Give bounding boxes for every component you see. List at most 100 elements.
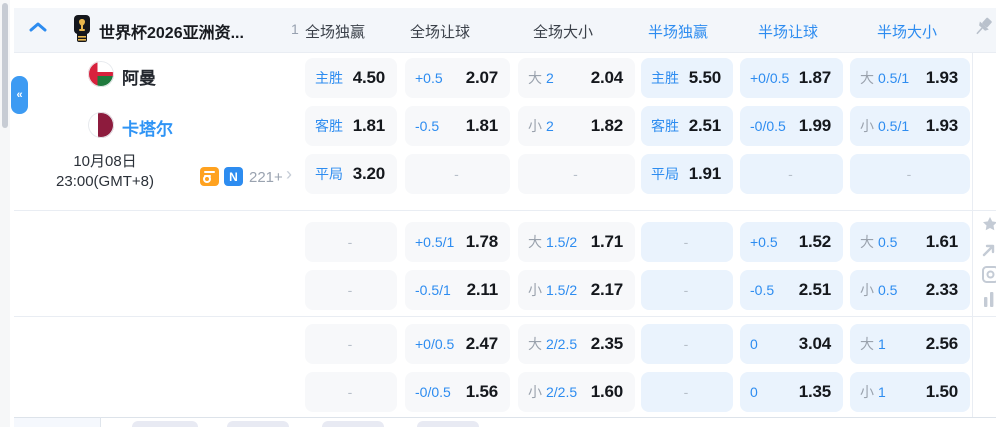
odds-label: 小0.5/1 <box>860 116 909 136</box>
odds-history-icon[interactable] <box>200 167 219 186</box>
odds-cell[interactable]: 大12.56 <box>850 324 970 364</box>
odds-cell[interactable]: 平局1.91 <box>641 154 733 194</box>
odds-dash: - <box>348 384 353 400</box>
odds-dash: - <box>348 234 353 250</box>
odds-value: 1.87 <box>799 68 831 88</box>
odds-cell[interactable]: 大2 2.04 <box>518 58 635 98</box>
odds-label: 大1.5/2 <box>528 232 577 252</box>
odds-dash: - <box>684 336 689 352</box>
match-time: 23:00(GMT+8) <box>25 172 185 192</box>
odds-value: 5.50 <box>689 68 721 88</box>
odds-value: 1.56 <box>466 382 498 402</box>
odds-label: -0.5 <box>415 118 439 134</box>
news-badge-icon[interactable]: N <box>224 167 243 186</box>
odds-cell[interactable]: 小1.5/22.17 <box>518 270 635 310</box>
odds-cell-empty: - <box>740 154 843 194</box>
column-header-half-overunder[interactable]: 半场大小 <box>877 21 937 42</box>
odds-label: 主胜 <box>651 68 679 88</box>
next-row-cell-partial <box>132 421 198 427</box>
odds-cell[interactable]: +0.5 2.07 <box>405 58 510 98</box>
next-row-cell-partial <box>322 421 384 427</box>
odds-cell[interactable]: 小2/2.51.60 <box>518 372 635 412</box>
odds-label: -0/0.5 <box>415 384 451 400</box>
odds-value: 4.50 <box>353 68 385 88</box>
stats-bars-icon[interactable] <box>982 291 996 307</box>
odds-cell[interactable]: -0.51.81 <box>405 106 510 146</box>
odds-cell[interactable]: -0.52.51 <box>740 270 843 310</box>
odds-cell[interactable]: 小0.5 2.33 <box>850 270 970 310</box>
odds-cell[interactable]: 01.35 <box>740 372 843 412</box>
odds-label: 小0.5 <box>860 280 897 300</box>
odds-dash: - <box>684 384 689 400</box>
odds-value: 1.99 <box>799 116 831 136</box>
odds-value: 1.35 <box>799 382 831 402</box>
column-header-full-handicap[interactable]: 全场让球 <box>410 21 470 42</box>
odds-cell[interactable]: 大0.51.61 <box>850 222 970 262</box>
sidebar-collapse-glyph: « <box>16 89 22 101</box>
odds-cell[interactable]: 平局3.20 <box>305 154 397 194</box>
qatar-flag-icon <box>88 112 114 138</box>
odds-value: 2.47 <box>466 334 498 354</box>
odds-label: +0.5/1 <box>415 234 454 250</box>
media-icon[interactable] <box>982 266 996 283</box>
odds-value: 1.93 <box>926 116 958 136</box>
odds-value: 2.33 <box>926 280 958 300</box>
odds-cell[interactable]: 大2/2.52.35 <box>518 324 635 364</box>
odds-label: 大1 <box>860 334 886 354</box>
odds-cell-empty: - <box>641 270 733 310</box>
odds-cell[interactable]: 小11.50 <box>850 372 970 412</box>
odds-cell[interactable]: 大0.5/11.93 <box>850 58 970 98</box>
odds-dash: - <box>684 234 689 250</box>
odds-dash: - <box>684 282 689 298</box>
odds-cell[interactable]: 小21.82 <box>518 106 635 146</box>
odds-dash: - <box>573 166 578 182</box>
odds-cell[interactable]: -0/0.5 1.56 <box>405 372 510 412</box>
column-header-half-handicap[interactable]: 半场让球 <box>758 21 818 42</box>
odds-label: 大2 <box>528 68 554 88</box>
odds-cell[interactable]: 客胜1.81 <box>305 106 397 146</box>
next-row-cell-partial <box>227 421 289 427</box>
odds-value: 2.04 <box>591 68 623 88</box>
pin-icon[interactable] <box>972 16 994 40</box>
odds-cell-empty: - <box>305 324 397 364</box>
match-date: 10月08日 <box>25 152 185 172</box>
column-header-full-overunder[interactable]: 全场大小 <box>533 21 593 42</box>
favorite-star-icon[interactable] <box>982 216 996 232</box>
odds-label: 小1 <box>860 382 886 402</box>
odds-cell[interactable]: -0.5/12.11 <box>405 270 510 310</box>
more-markets-count[interactable]: 221+ <box>249 169 283 186</box>
odds-cell[interactable]: +0/0.51.87 <box>740 58 843 98</box>
odds-value: 2.11 <box>467 280 498 300</box>
trend-arrow-icon[interactable] <box>982 243 996 257</box>
odds-value: 2.07 <box>466 68 498 88</box>
odds-label: +0.5 <box>415 70 443 86</box>
odds-cell-empty: - <box>641 372 733 412</box>
column-header-full-1x2[interactable]: 全场独赢 <box>305 21 365 42</box>
odds-cell[interactable]: 03.04 <box>740 324 843 364</box>
oman-flag-icon <box>88 61 114 87</box>
odds-label: 主胜 <box>315 68 343 88</box>
league-title[interactable]: 世界杯2026亚洲资... <box>99 19 244 43</box>
odds-cell[interactable]: +0.51.52 <box>740 222 843 262</box>
odds-cell[interactable]: 大1.5/21.71 <box>518 222 635 262</box>
more-markets-chevron-icon[interactable]: › <box>286 164 292 185</box>
odds-value: 1.81 <box>353 116 385 136</box>
sidebar-collapse-tab[interactable]: « <box>11 76 28 114</box>
scrollbar-thumb[interactable] <box>2 3 8 128</box>
odds-value: 1.93 <box>926 68 958 88</box>
row-divider <box>14 417 996 418</box>
collapse-chevron-up-icon[interactable] <box>28 20 48 34</box>
odds-value: 2.17 <box>591 280 623 300</box>
odds-cell[interactable]: +0.5/11.78 <box>405 222 510 262</box>
away-team-name[interactable]: 卡塔尔 <box>122 115 173 140</box>
odds-value: 1.52 <box>799 232 831 252</box>
odds-cell[interactable]: -0/0.51.99 <box>740 106 843 146</box>
home-team-name[interactable]: 阿曼 <box>122 64 156 89</box>
odds-cell[interactable]: 客胜2.51 <box>641 106 733 146</box>
odds-cell[interactable]: 主胜 4.50 <box>305 58 397 98</box>
column-header-half-1x2[interactable]: 半场独赢 <box>648 21 708 42</box>
odds-cell[interactable]: +0/0.52.47 <box>405 324 510 364</box>
odds-cell[interactable]: 主胜 5.50 <box>641 58 733 98</box>
odds-cell[interactable]: 小0.5/1 1.93 <box>850 106 970 146</box>
odds-cell-empty: - <box>305 270 397 310</box>
